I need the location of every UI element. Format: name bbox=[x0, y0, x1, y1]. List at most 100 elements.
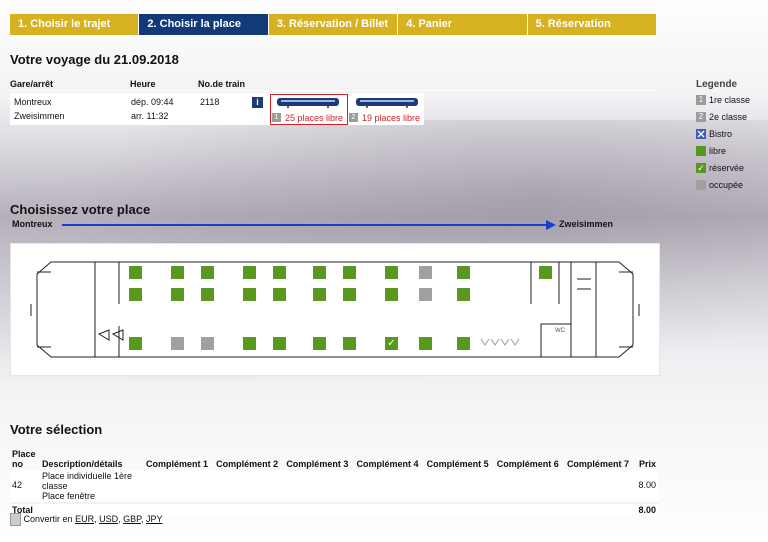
divider bbox=[10, 90, 656, 91]
seat-free[interactable] bbox=[419, 337, 432, 350]
coach-2-icon[interactable] bbox=[355, 97, 419, 108]
step-choose-route[interactable]: 1. Choisir le trajet bbox=[10, 14, 139, 35]
seat-free[interactable] bbox=[539, 266, 552, 279]
place-number: 42 bbox=[10, 470, 40, 504]
seat-occupied-icon bbox=[696, 180, 706, 190]
col-description: Description/détails bbox=[42, 459, 123, 469]
seat-free[interactable] bbox=[343, 288, 356, 301]
seat-free[interactable] bbox=[313, 266, 326, 279]
direction-arrow-icon bbox=[62, 220, 556, 230]
seat-free[interactable] bbox=[273, 288, 286, 301]
seat-free[interactable] bbox=[343, 266, 356, 279]
seat-occupied bbox=[171, 337, 184, 350]
selection-table: Place no Description/détails Complément … bbox=[10, 448, 658, 516]
station-from: Montreux bbox=[14, 97, 52, 107]
direction-to: Zweisimmen bbox=[559, 219, 614, 229]
seat-free[interactable] bbox=[385, 266, 398, 279]
calculator-icon bbox=[10, 513, 21, 526]
booking-steps: 1. Choisir le trajet 2. Choisir la place… bbox=[10, 14, 657, 35]
coach-1-icon[interactable] bbox=[276, 97, 340, 108]
col-time: Heure bbox=[130, 79, 156, 89]
class-2-badge: 2 bbox=[349, 113, 358, 122]
seat-free[interactable] bbox=[457, 288, 470, 301]
currency-converter: Convertir en EUR, USD, GBP, JPY bbox=[10, 513, 163, 526]
step-reservation[interactable]: 5. Réservation bbox=[527, 14, 657, 35]
col-station: Gare/arrêt bbox=[10, 79, 54, 89]
seat-occupied bbox=[419, 266, 432, 279]
legend-first-class: 1 1re classe bbox=[696, 95, 766, 107]
currency-eur-link[interactable]: EUR bbox=[75, 514, 94, 524]
currency-jpy-link[interactable]: JPY bbox=[146, 514, 163, 524]
class-1-badge: 1 bbox=[272, 113, 281, 122]
direction-from: Montreux bbox=[12, 219, 53, 229]
info-icon[interactable]: i bbox=[252, 97, 263, 108]
col-complement-3: Complément 3 bbox=[286, 459, 349, 469]
seat-occupied bbox=[419, 288, 432, 301]
bistro-icon bbox=[696, 129, 706, 139]
seat-free[interactable] bbox=[129, 288, 142, 301]
coach-1-free-places[interactable]: 25 places libre bbox=[285, 113, 343, 123]
legend-label: 2e classe bbox=[709, 112, 748, 122]
seat-free[interactable] bbox=[201, 266, 214, 279]
col-complement-4: Complément 4 bbox=[356, 459, 419, 469]
coach-outline-icon: WC bbox=[30, 261, 640, 358]
station-to: Zweisimmen bbox=[14, 111, 65, 121]
seat-free[interactable] bbox=[385, 288, 398, 301]
seat-free[interactable] bbox=[171, 288, 184, 301]
seat-free[interactable] bbox=[313, 337, 326, 350]
class-1-icon: 1 bbox=[696, 95, 706, 105]
step-cart[interactable]: 4. Panier bbox=[398, 14, 527, 35]
seat-reserved-icon: ✓ bbox=[696, 163, 706, 173]
trip-title: Votre voyage du 21.09.2018 bbox=[10, 52, 179, 67]
col-place-no: Place no bbox=[12, 449, 36, 469]
description-line: Place fenêtre bbox=[42, 491, 96, 501]
legend-label: réservée bbox=[709, 163, 745, 173]
currency-usd-link[interactable]: USD bbox=[99, 514, 118, 524]
legend-title: Legende bbox=[696, 79, 738, 90]
seat-occupied bbox=[201, 337, 214, 350]
seat-free[interactable] bbox=[171, 266, 184, 279]
selection-title: Votre sélection bbox=[10, 422, 103, 437]
legend-occupied: occupée bbox=[696, 180, 766, 192]
place-price: 8.00 bbox=[635, 470, 658, 504]
col-complement-2: Complément 2 bbox=[216, 459, 279, 469]
seat-free[interactable] bbox=[457, 337, 470, 350]
seat-free[interactable] bbox=[273, 266, 286, 279]
seat-reserved[interactable]: ✓ bbox=[385, 337, 398, 350]
table-row: 42 Place individuelle 1ère classe Place f… bbox=[10, 470, 658, 504]
seat-free[interactable] bbox=[313, 288, 326, 301]
col-train-no: No.de train bbox=[198, 79, 246, 89]
legend-label: libre bbox=[709, 146, 727, 156]
seat-free[interactable] bbox=[129, 337, 142, 350]
legend-label: occupée bbox=[709, 180, 744, 190]
step-reservation-ticket[interactable]: 3. Réservation / Billet bbox=[268, 14, 398, 35]
seat-free-icon bbox=[696, 146, 706, 156]
seat-free[interactable] bbox=[243, 337, 256, 350]
description-line: Place individuelle 1ère classe bbox=[42, 471, 133, 491]
coach-2-free-places[interactable]: 19 places libre bbox=[362, 113, 420, 123]
col-complement-7: Complément 7 bbox=[566, 459, 629, 469]
legend-reserved: ✓ réservée bbox=[696, 163, 766, 175]
total-price: 8.00 bbox=[635, 503, 658, 516]
col-complement-1: Complément 1 bbox=[146, 459, 209, 469]
legend-label: Bistro bbox=[709, 129, 733, 139]
class-2-icon: 2 bbox=[696, 112, 706, 122]
place-description: Place individuelle 1ère classe Place fenê… bbox=[40, 470, 144, 504]
seat-free[interactable] bbox=[201, 288, 214, 301]
step-choose-seat[interactable]: 2. Choisir la place bbox=[139, 14, 268, 35]
convert-label: Convertir en bbox=[23, 513, 73, 524]
seat-section-title: Choisissez votre place bbox=[10, 202, 151, 217]
currency-gbp-link[interactable]: GBP bbox=[123, 514, 141, 524]
arrival-time: arr. 11:32 bbox=[131, 111, 169, 121]
coach-seat-plan: WC ✓ bbox=[10, 243, 660, 376]
departure-time: dép. 09:44 bbox=[131, 97, 174, 107]
col-complement-6: Complément 6 bbox=[496, 459, 559, 469]
seat-free[interactable] bbox=[457, 266, 470, 279]
wc-label: WC bbox=[555, 328, 566, 334]
seat-free[interactable] bbox=[343, 337, 356, 350]
col-complement-5: Complément 5 bbox=[426, 459, 489, 469]
seat-free[interactable] bbox=[273, 337, 286, 350]
seat-free[interactable] bbox=[243, 266, 256, 279]
seat-free[interactable] bbox=[243, 288, 256, 301]
seat-free[interactable] bbox=[129, 266, 142, 279]
